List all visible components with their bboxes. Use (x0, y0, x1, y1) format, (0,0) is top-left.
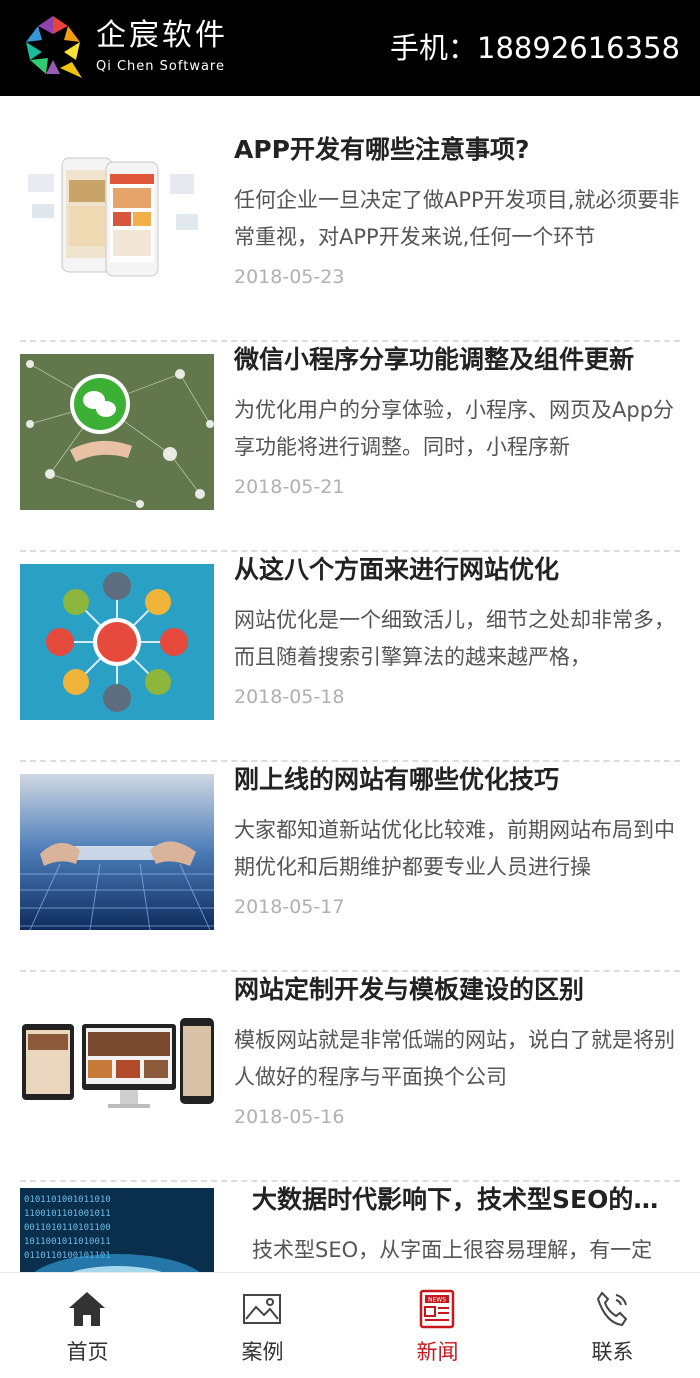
article-title[interactable]: 网站定制开发与模板建设的区别 (234, 972, 680, 1008)
tab-contact[interactable]: 联系 (525, 1273, 700, 1378)
tab-news[interactable]: NEWS 新闻 (350, 1273, 525, 1378)
article-title[interactable]: APP开发有哪些注意事项? (234, 132, 680, 168)
company-logo[interactable] (20, 14, 86, 80)
svg-text:0011010110101100: 0011010110101100 (24, 1223, 111, 1233)
app-phones-image (20, 144, 214, 300)
article-summary: 大家都知道新站优化比较难，前期网站布局到中期优化和后期维护都要专业人员进行操 (234, 818, 675, 879)
devices-image (20, 984, 214, 1140)
list-item[interactable]: 0101101001011010 1100101101001011 001101… (20, 1182, 680, 1272)
phone-number[interactable]: 手机：18892616358 (390, 28, 680, 68)
svg-text:0101101001011010: 0101101001011010 (24, 1195, 111, 1205)
article-date: 2018-05-16 (234, 1106, 345, 1128)
top-header: 企宸软件 Qi Chen Software 手机：18892616358 (0, 0, 700, 96)
article-date: 2018-05-17 (234, 896, 345, 918)
news-list: APP开发有哪些注意事项? 任何企业一旦决定了做APP开发项目,就必须要非常重视… (0, 96, 700, 1272)
article-summary: 模板网站就是非常低端的网站，说白了就是将别人做好的程序与平面换个公司 (234, 1028, 675, 1089)
list-item[interactable]: 微信小程序分享功能调整及组件更新 为优化用户的分享体验，小程序、网页及App分享… (20, 342, 680, 552)
news-icon: NEWS (417, 1289, 457, 1329)
home-icon (67, 1289, 107, 1329)
article-date: 2018-05-21 (234, 476, 345, 498)
seo-diagram-image (20, 564, 214, 720)
article-title[interactable]: 微信小程序分享功能调整及组件更新 (234, 342, 680, 378)
tab-home[interactable]: 首页 (0, 1273, 175, 1378)
tab-cases[interactable]: 案例 (175, 1273, 350, 1378)
bottom-nav: 首页 案例 NEWS 新闻 联系 (0, 1272, 700, 1378)
list-item[interactable]: 刚上线的网站有哪些优化技巧 大家都知道新站优化比较难，前期网站布局到中期优化和后… (20, 762, 680, 972)
brand: 企宸软件 Qi Chen Software (96, 18, 228, 76)
tab-label: 新闻 (416, 1340, 459, 1364)
tab-label: 案例 (241, 1340, 284, 1364)
svg-text:1100101101001011: 1100101101001011 (24, 1209, 111, 1219)
seo-keyboard-image (20, 774, 214, 930)
phone-icon (592, 1289, 632, 1329)
brand-name-en: Qi Chen Software (96, 59, 225, 74)
article-title[interactable]: 从这八个方面来进行网站优化 (234, 552, 680, 588)
article-summary: 技术型SEO，从字面上很容易理解，有一定 (252, 1238, 653, 1262)
brand-name-cn: 企宸软件 (96, 18, 228, 53)
article-date: 2018-05-23 (234, 266, 345, 288)
image-icon (242, 1289, 282, 1329)
wechat-network-image (20, 354, 214, 510)
tab-label: 首页 (66, 1340, 109, 1364)
list-item[interactable]: 从这八个方面来进行网站优化 网站优化是一个细致活儿，细节之处却非常多，而且随着搜… (20, 552, 680, 762)
article-summary: 任何企业一旦决定了做APP开发项目,就必须要非常重视，对APP开发来说,任何一个… (234, 188, 680, 249)
list-item[interactable]: APP开发有哪些注意事项? 任何企业一旦决定了做APP开发项目,就必须要非常重视… (20, 132, 680, 342)
article-summary: 网站优化是一个细致活儿，细节之处却非常多，而且随着搜索引擎算法的越来越严格， (234, 608, 675, 669)
svg-text:1011001011010011: 1011001011010011 (24, 1237, 111, 1247)
tab-label: 联系 (591, 1340, 634, 1364)
article-title[interactable]: 大数据时代影响下，技术型SEO的… (252, 1182, 698, 1218)
article-summary: 为优化用户的分享体验，小程序、网页及App分享功能将进行调整。同时，小程序新 (234, 398, 675, 459)
svg-text:NEWS: NEWS (428, 1297, 446, 1304)
list-item[interactable]: 网站定制开发与模板建设的区别 模板网站就是非常低端的网站，说白了就是将别人做好的… (20, 972, 680, 1182)
article-date: 2018-05-18 (234, 686, 345, 708)
big-data-image: 0101101001011010 1100101101001011 001101… (20, 1188, 214, 1272)
article-title[interactable]: 刚上线的网站有哪些优化技巧 (234, 762, 680, 798)
